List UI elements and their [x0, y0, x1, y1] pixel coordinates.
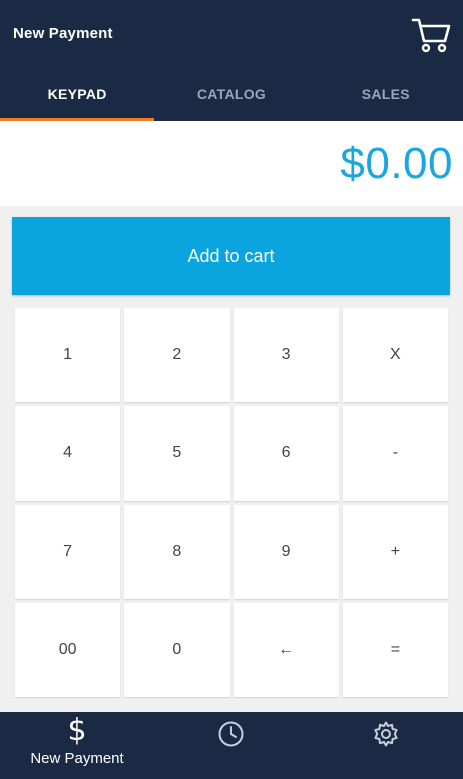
key-2[interactable]: 2	[124, 308, 230, 403]
key-00[interactable]: 00	[15, 602, 121, 697]
app-header: New Payment KEYPAD CATALOG SALES	[0, 0, 463, 121]
key-4[interactable]: 4	[15, 406, 121, 501]
key-6[interactable]: 6	[233, 406, 339, 501]
key-8[interactable]: 8	[124, 504, 230, 599]
key-0[interactable]: 0	[124, 602, 230, 697]
clock-icon	[218, 721, 244, 747]
cart-icon[interactable]	[410, 14, 452, 56]
amount-display: $0.00	[0, 121, 463, 206]
page-title: New Payment	[13, 25, 113, 42]
tab-sales[interactable]: SALES	[309, 70, 463, 121]
key-backspace[interactable]: ←	[233, 602, 339, 697]
key-multiply[interactable]: X	[342, 308, 448, 403]
tab-keypad[interactable]: KEYPAD	[0, 70, 155, 121]
key-9[interactable]: 9	[233, 504, 339, 599]
key-equals[interactable]: =	[342, 602, 448, 697]
key-1[interactable]: 1	[15, 308, 121, 403]
key-minus[interactable]: -	[342, 406, 448, 501]
nav-new-payment-label: New Payment	[30, 750, 124, 767]
add-to-cart-button[interactable]: Add to cart	[12, 217, 450, 295]
key-3[interactable]: 3	[233, 308, 339, 403]
nav-settings[interactable]	[308, 712, 463, 779]
gear-icon	[373, 721, 398, 747]
keypad-panel: $0.00 Add to cart 1 2 3 X 4 5 6 - 7 8 9 …	[0, 121, 463, 712]
amount-value: $0.00	[340, 139, 453, 188]
key-7[interactable]: 7	[15, 504, 121, 599]
nav-new-payment[interactable]: $ New Payment	[0, 712, 154, 779]
screen: New Payment KEYPAD CATALOG SALES $0.00 A…	[0, 0, 463, 779]
tab-bar: KEYPAD CATALOG SALES	[0, 70, 463, 121]
bottom-nav: $ New Payment	[0, 712, 463, 779]
nav-history[interactable]	[154, 712, 308, 779]
key-plus[interactable]: +	[342, 504, 448, 599]
keypad-grid: 1 2 3 X 4 5 6 - 7 8 9 + 00 0 ← =	[15, 308, 448, 697]
dollar-icon: $	[67, 713, 87, 748]
tab-catalog[interactable]: CATALOG	[154, 70, 308, 121]
key-5[interactable]: 5	[124, 406, 230, 501]
